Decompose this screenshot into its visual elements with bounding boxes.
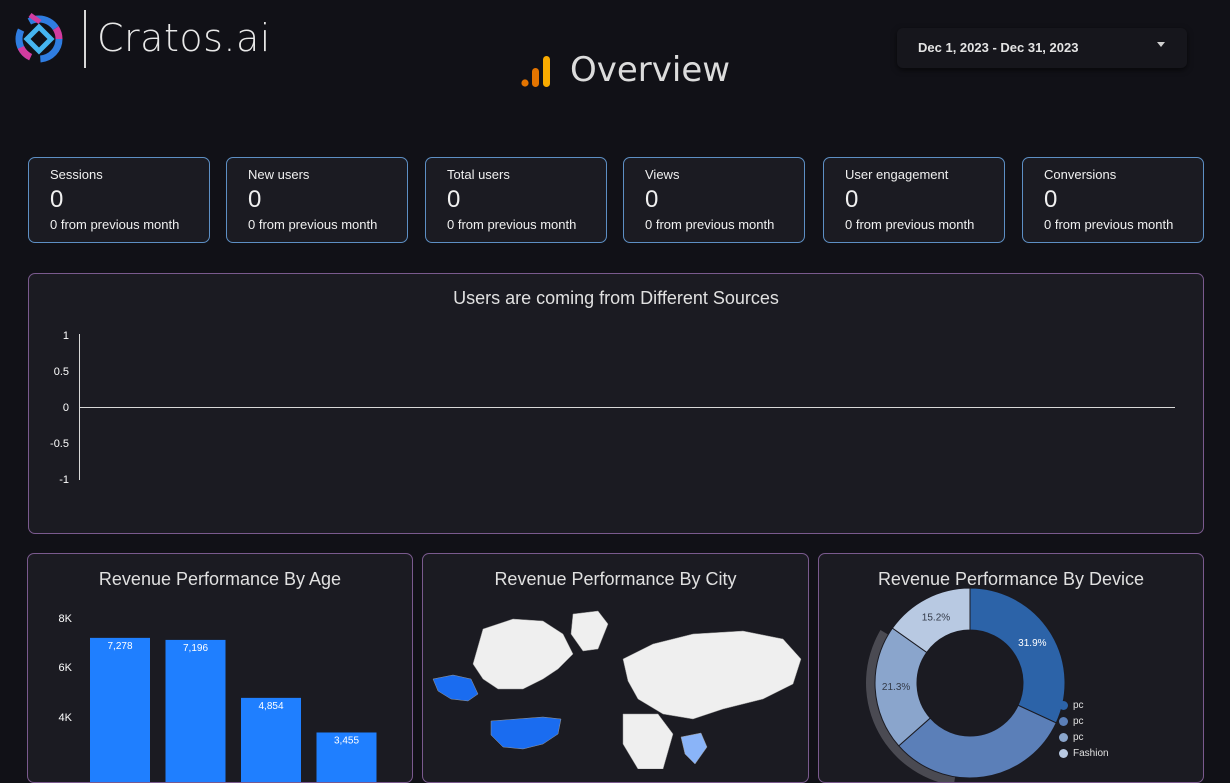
date-range-label: Dec 1, 2023 - Dec 31, 2023 xyxy=(918,40,1079,55)
city-map-panel: Revenue Performance By City xyxy=(422,553,809,783)
legend-swatch xyxy=(1059,748,1068,758)
map-region-eurasia xyxy=(622,630,802,720)
kpi-label: Total users xyxy=(447,167,510,182)
kpi-value: 0 xyxy=(248,186,262,213)
kpi-card-total-users: Total users 0 0 from previous month xyxy=(425,157,607,243)
y-tick-label: 0.5 xyxy=(53,366,69,378)
sources-chart-panel: Users are coming from Different Sources … xyxy=(28,273,1204,534)
kpi-comparison: 0 from previous month xyxy=(248,217,378,232)
legend-item[interactable]: pc xyxy=(1059,729,1109,745)
map-region-india[interactable] xyxy=(680,732,708,765)
legend-label: pc xyxy=(1073,715,1084,727)
page-title-text: Overview xyxy=(570,50,731,90)
zero-baseline xyxy=(79,407,1175,408)
legend-label: pc xyxy=(1073,699,1084,711)
caret-down-icon xyxy=(1157,42,1165,47)
kpi-comparison: 0 from previous month xyxy=(645,217,775,232)
legend-swatch xyxy=(1059,700,1068,710)
bar-value-label: 3,455 xyxy=(334,735,359,746)
y-tick-label: 0 xyxy=(62,402,69,414)
slice-percent-label: 31.9% xyxy=(1018,638,1046,649)
map-region-greenland xyxy=(570,610,609,652)
logo-divider xyxy=(84,10,86,68)
kpi-card-user-engagement: User engagement 0 0 from previous month xyxy=(823,157,1005,243)
brand-logo: Cratos.ai xyxy=(10,10,270,70)
kpi-card-sessions: Sessions 0 0 from previous month xyxy=(28,157,210,243)
y-tick-label: -1 xyxy=(59,474,69,486)
kpi-label: Sessions xyxy=(50,167,103,182)
kpi-label: User engagement xyxy=(845,167,949,182)
y-tick-label: -0.5 xyxy=(50,438,69,450)
kpi-label: Views xyxy=(645,167,680,182)
legend-swatch xyxy=(1059,716,1068,726)
city-chart-title: Revenue Performance By City xyxy=(494,569,737,589)
device-donut-chart: 31.9% 21.3% 15.2% xyxy=(866,587,1066,782)
legend-item[interactable]: Fashion xyxy=(1059,745,1109,761)
slice-percent-label: 15.2% xyxy=(922,612,950,623)
brand-name: Cratos.ai xyxy=(97,16,271,60)
age-bar-chart: 7,278 7,196 4,854 3,455 xyxy=(90,637,377,783)
map-region-alaska[interactable] xyxy=(432,674,479,702)
age-chart-panel: Revenue Performance By Age 8K 6K 4K 7,27… xyxy=(27,553,413,783)
bar-value-label: 4,854 xyxy=(258,701,283,712)
sources-chart-title: Users are coming from Different Sources xyxy=(453,288,779,308)
kpi-label: Conversions xyxy=(1044,167,1117,182)
map-region-usa[interactable] xyxy=(490,716,562,750)
kpi-comparison: 0 from previous month xyxy=(845,217,975,232)
bar-value-label: 7,196 xyxy=(183,643,208,654)
analytics-icon xyxy=(521,56,550,87)
legend-label: pc xyxy=(1073,731,1084,743)
kpi-value: 0 xyxy=(645,186,659,213)
donut-slice[interactable] xyxy=(969,587,1066,724)
kpi-comparison: 0 from previous month xyxy=(447,217,577,232)
kpi-card-conversions: Conversions 0 0 from previous month xyxy=(1022,157,1204,243)
legend-label: Fashion xyxy=(1073,747,1109,759)
device-chart-panel: Revenue Performance By Device 31.9% 21.3%… xyxy=(818,553,1204,783)
kpi-card-views: Views 0 0 from previous month xyxy=(623,157,805,243)
kpi-label: New users xyxy=(248,167,310,182)
map-region-canada xyxy=(472,618,574,690)
kpi-value: 0 xyxy=(1044,186,1058,213)
y-tick-label: 1 xyxy=(62,330,69,342)
kpi-value: 0 xyxy=(447,186,461,213)
kpi-comparison: 0 from previous month xyxy=(50,217,180,232)
device-legend: pc pc pc Fashion xyxy=(1059,697,1109,761)
kpi-value: 0 xyxy=(845,186,859,213)
age-bar[interactable] xyxy=(165,639,226,783)
kpi-value: 0 xyxy=(50,186,64,213)
world-map xyxy=(432,610,802,769)
age-bar[interactable] xyxy=(90,637,150,783)
legend-item[interactable]: pc xyxy=(1059,713,1109,729)
cratos-logo-icon xyxy=(15,12,63,63)
legend-swatch xyxy=(1059,732,1068,742)
map-region-africa xyxy=(622,713,674,769)
date-range-picker[interactable]: Dec 1, 2023 - Dec 31, 2023 xyxy=(897,28,1187,68)
kpi-comparison: 0 from previous month xyxy=(1044,217,1174,232)
slice-percent-label: 21.3% xyxy=(882,682,910,693)
legend-item[interactable]: pc xyxy=(1059,697,1109,713)
bar-value-label: 7,278 xyxy=(107,641,132,652)
kpi-card-new-users: New users 0 0 from previous month xyxy=(226,157,408,243)
